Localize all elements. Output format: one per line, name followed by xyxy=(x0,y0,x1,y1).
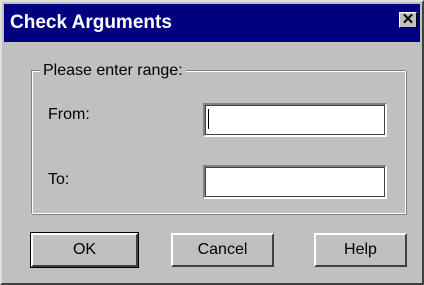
to-input[interactable] xyxy=(203,165,387,199)
range-group-label: Please enter range: xyxy=(40,62,186,80)
help-button[interactable]: Help xyxy=(314,233,407,267)
check-arguments-dialog: Check Arguments ✕ Please enter range: Fr… xyxy=(0,0,424,285)
title-bar[interactable]: Check Arguments ✕ xyxy=(4,4,420,42)
from-label: From: xyxy=(48,106,90,123)
text-caret xyxy=(208,109,209,129)
close-button[interactable]: ✕ xyxy=(399,12,417,28)
window-title: Check Arguments xyxy=(10,12,172,33)
cancel-button[interactable]: Cancel xyxy=(171,233,274,267)
to-label: To: xyxy=(48,171,70,188)
ok-button[interactable]: OK xyxy=(30,232,139,268)
close-icon: ✕ xyxy=(401,11,415,28)
from-input[interactable] xyxy=(203,103,387,137)
